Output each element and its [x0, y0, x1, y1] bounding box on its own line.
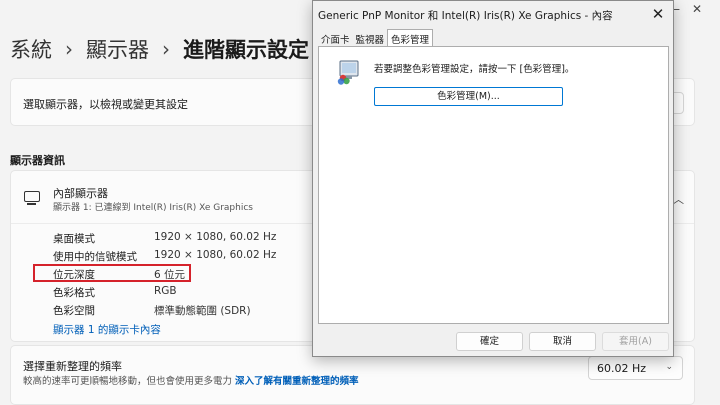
refresh-rate-learn-more-link[interactable]: 深入了解有關重新整理的頻率	[235, 376, 359, 387]
tab-monitor[interactable]: 監視器	[353, 30, 388, 46]
display-info-section-title: 顯示器資訊	[10, 154, 65, 167]
breadcrumb-display[interactable]: 顯示器	[86, 34, 149, 64]
chevron-down-icon: ⌄	[665, 362, 673, 372]
monitor-name: 內部顯示器	[53, 187, 108, 200]
chevron-up-icon[interactable]: ︿	[673, 191, 684, 207]
select-display-label: 選取顯示器，以檢視或變更其設定	[23, 98, 188, 111]
breadcrumb-separator-icon: ›	[162, 37, 170, 61]
refresh-rate-value: 60.02 Hz	[597, 362, 647, 375]
info-value: RGB	[154, 285, 177, 297]
tab-color-management[interactable]: 色彩管理	[387, 29, 434, 46]
info-key: 使用中的信號模式	[53, 251, 137, 263]
info-key: 色彩格式	[53, 287, 95, 299]
monitor-properties-dialog: Generic PnP Monitor 和 Intel(R) Iris(R) X…	[312, 0, 674, 357]
info-key: 桌面模式	[53, 233, 95, 245]
cancel-button[interactable]: 取消	[529, 332, 596, 351]
breadcrumb-system[interactable]: 系統	[10, 34, 52, 64]
info-value: 標準動態範圍 (SDR)	[154, 305, 251, 317]
info-value: 1920 × 1080, 60.02 Hz	[154, 249, 277, 261]
color-management-instruction: 若要調整色彩管理設定，請按一下 [色彩管理]。	[374, 64, 575, 75]
breadcrumb: 系統 › 顯示器 › 進階顯示設定	[10, 34, 309, 64]
breadcrumb-separator-icon: ›	[65, 37, 73, 61]
bit-depth-highlight-box	[33, 264, 191, 282]
apply-button[interactable]: 套用(A)	[602, 332, 669, 351]
dialog-title: Generic PnP Monitor 和 Intel(R) Iris(R) X…	[318, 10, 613, 22]
tab-adapter[interactable]: 介面卡	[318, 30, 353, 46]
dialog-tabs: 介面卡 監視器 色彩管理	[318, 29, 434, 46]
refresh-rate-desc-text: 較高的速率可更順暢地移動，但也會使用更多電力	[23, 376, 233, 387]
info-value: 1920 × 1080, 60.02 Hz	[154, 231, 277, 243]
page-title: 進階顯示設定	[183, 38, 309, 62]
color-management-button[interactable]: 色彩管理(M)...	[374, 87, 563, 106]
refresh-rate-description: 較高的速率可更順暢地移動，但也會使用更多電力 深入了解有關重新整理的頻率	[23, 373, 359, 387]
color-management-icon	[337, 60, 359, 85]
color-management-panel: 若要調整色彩管理設定，請按一下 [色彩管理]。 色彩管理(M)...	[318, 46, 669, 324]
refresh-rate-title: 選擇重新整理的頻率	[23, 360, 122, 373]
info-key: 色彩空間	[53, 305, 95, 317]
ok-button[interactable]: 確定	[456, 332, 523, 351]
refresh-rate-dropdown[interactable]: 60.02 Hz ⌄	[588, 356, 683, 380]
monitor-connection: 顯示器 1: 已連線到 Intel(R) Iris(R) Xe Graphics	[53, 203, 253, 213]
monitor-icon	[24, 191, 40, 205]
close-icon[interactable]: ✕	[647, 4, 669, 24]
close-window-icon[interactable]: ✕	[692, 2, 702, 16]
display-adapter-properties-link[interactable]: 顯示器 1 的顯示卡內容	[53, 322, 161, 337]
